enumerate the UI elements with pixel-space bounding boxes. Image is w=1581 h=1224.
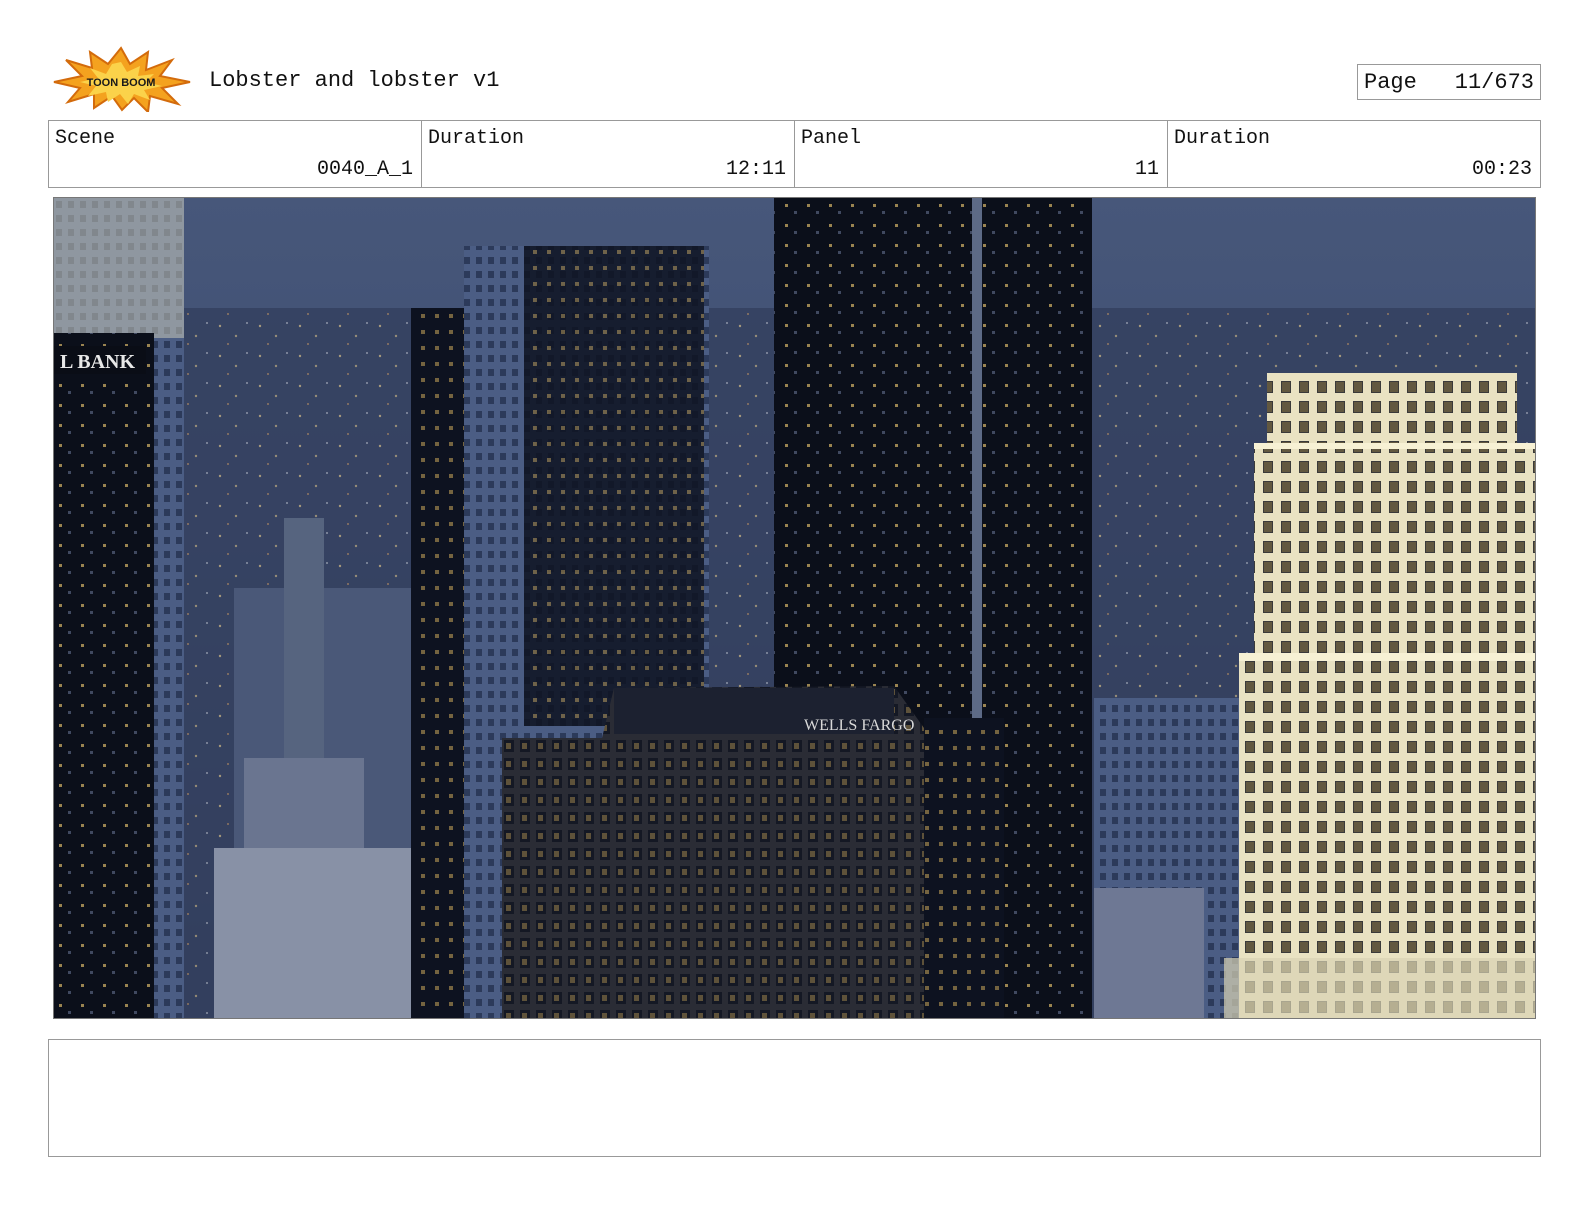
panel-image: L BANK WELLS FARGO [53,197,1536,1019]
page-value: 11/673 [1454,69,1534,95]
logo-text: TOON BOOM [87,77,156,89]
scene-duration-label: Duration [428,127,525,150]
page-label: Page [1364,69,1417,95]
skyline-illustration: L BANK WELLS FARGO [54,198,1535,1018]
scene-duration-value: 12:11 [725,158,786,181]
panel-duration-label: Duration [1174,127,1271,150]
panel-duration-value: 00:23 [1471,158,1532,181]
toon-boom-logo: TOON BOOM [50,46,192,115]
scene-duration-cell: Duration 12:11 [422,121,795,187]
svg-text:WELLS FARGO: WELLS FARGO [804,717,914,734]
svg-text:L BANK: L BANK [60,351,135,373]
panel-notes-box[interactable] [48,1039,1541,1157]
panel-duration-cell: Duration 00:23 [1168,121,1540,187]
page-indicator: Page 11/673 [1357,64,1541,100]
scene-cell: Scene 0040_A_1 [49,121,422,187]
panel-label: Panel [801,127,862,150]
scene-label: Scene [55,127,116,150]
scene-value: 0040_A_1 [316,158,413,181]
panel-value: 11 [1134,158,1159,181]
panel-cell: Panel 11 [795,121,1168,187]
document-title: Lobster and lobster v1 [209,68,500,93]
panel-info-row: Scene 0040_A_1 Duration 12:11 Panel 11 D… [48,120,1541,188]
